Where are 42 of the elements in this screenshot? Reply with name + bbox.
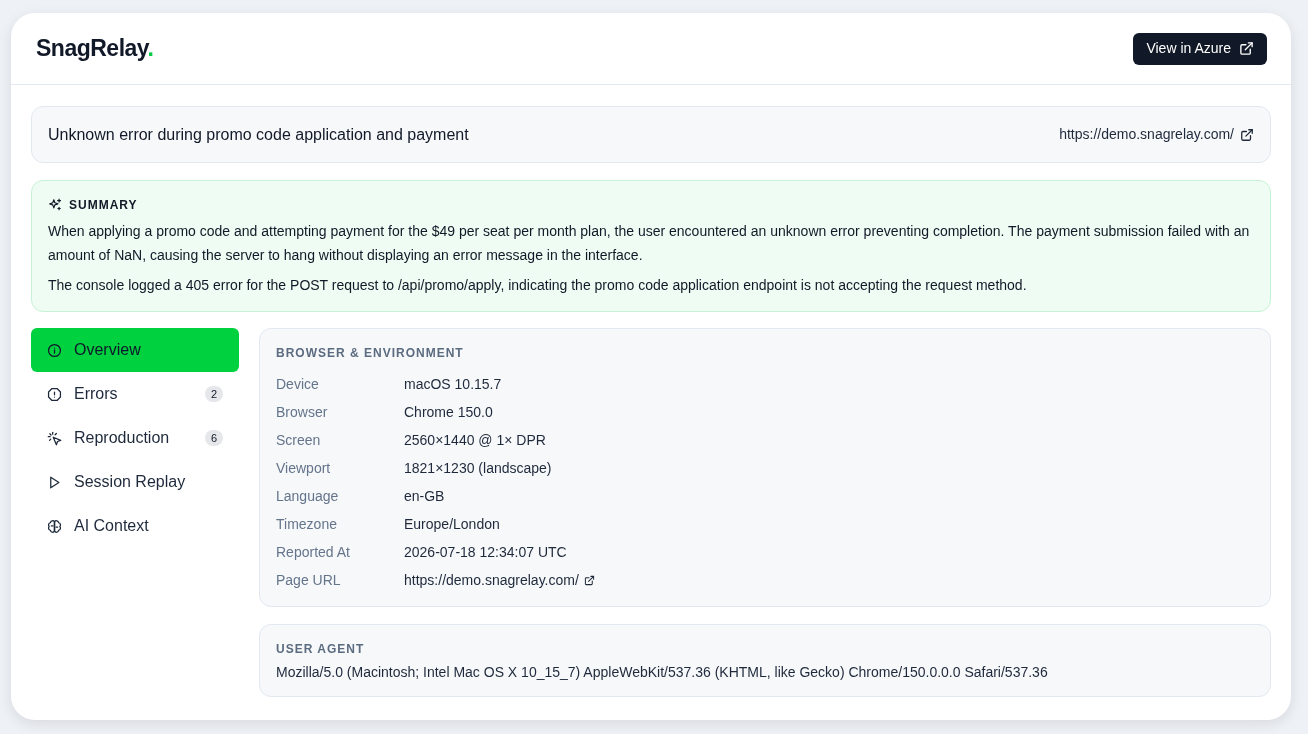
field-label: Page URL (276, 570, 342, 590)
field-value: Chrome 150.0 (404, 402, 493, 422)
field-label: Screen (276, 430, 322, 450)
brain-icon (47, 518, 62, 534)
field-label: Timezone (276, 514, 338, 534)
play-icon (47, 474, 62, 490)
issue-title: Unknown error during promo code application and payment (48, 124, 469, 145)
field-label: Reported At (276, 542, 351, 562)
summary-text: The console logged a 405 error for the POST request to /api/promo/apply, indicating the promo code application endpoint is not accepting the request method. (48, 276, 1028, 295)
count-badge: 2 (205, 386, 223, 402)
external-link-icon (1240, 127, 1254, 142)
page-url-link[interactable]: https://demo.snagrelay.com/ (404, 569, 595, 591)
field-label: Viewport (276, 458, 332, 478)
info-icon (47, 342, 62, 358)
field-value: 2560×1440 @ 1× DPR (404, 430, 546, 450)
view-in-azure-button[interactable]: View in Azure (1133, 32, 1267, 65)
field-label: Browser (276, 402, 329, 422)
sidebar-tab[interactable]: Reproduction 6 (31, 416, 239, 460)
field-value: 1821×1230 (landscape) (404, 458, 552, 478)
summary-text: When applying a promo code and attempting payment for the $49 per seat per month plan, the user encountered an unknown error preventing completion. The payment submission failed with an amount of NaN, causing the server to hang without displaying an error message in the interface. (48, 222, 1251, 265)
sidebar-tab[interactable]: Session Replay (31, 460, 239, 504)
summary-heading: SUMMARY (69, 197, 138, 214)
sidebar-tab[interactable]: Errors 2 (31, 372, 239, 416)
count-badge: 6 (205, 430, 223, 446)
section-heading: USER AGENT (276, 641, 365, 658)
logo: SnagRelay. (36, 37, 154, 60)
external-link-icon (1239, 41, 1254, 56)
field-value: en-GB (404, 486, 445, 506)
user-agent-string: Mozilla/5.0 (Macintosh; Intel Mac OS X 10_15_7) AppleWebKit/537.36 (KHTML, like Gecko) Chrome/150.0.0.0 Safari/537.36 (276, 663, 1048, 682)
external-link-icon (583, 574, 595, 586)
field-value: 2026-07-18 12:34:07 UTC (404, 542, 567, 562)
sparkle-icon (48, 198, 62, 212)
field-label: Device (276, 374, 320, 394)
pointer-click-icon (47, 430, 62, 446)
page-link[interactable]: https://demo.snagrelay.com/ (1059, 124, 1254, 145)
field-label: Language (276, 486, 340, 506)
sidebar-tab[interactable]: Overview (31, 328, 239, 372)
field-value: macOS 10.15.7 (404, 374, 502, 394)
alert-icon (47, 386, 62, 402)
section-heading: BROWSER & ENVIRONMENT (276, 345, 464, 362)
field-value: Europe/London (404, 514, 500, 534)
sidebar-tab[interactable]: AI Context (31, 504, 239, 548)
